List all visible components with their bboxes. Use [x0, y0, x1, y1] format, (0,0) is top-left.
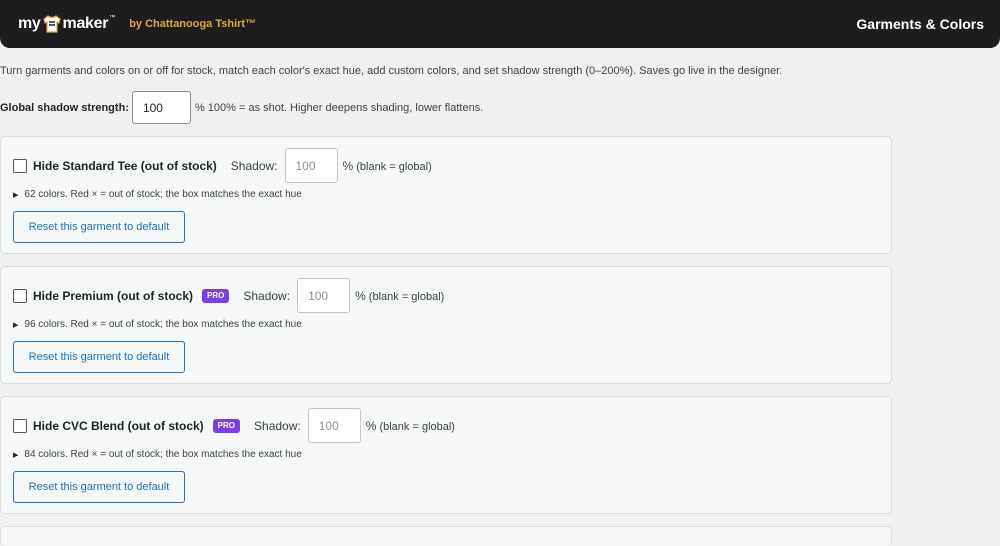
garment-card-premium: Hide Premium (out of stock) PRO Shadow: …: [0, 266, 892, 384]
global-shadow-label: Global shadow strength:: [0, 101, 129, 114]
triangle-right-icon: ▶: [13, 321, 19, 329]
garment-card-next: [0, 526, 892, 546]
tshirt-icon: [42, 15, 61, 33]
shadow-input[interactable]: 100: [297, 278, 351, 313]
garment-header: Hide Standard Tee (out of stock) Shadow:…: [13, 148, 432, 183]
pro-badge: PRO: [212, 418, 241, 433]
shadow-input[interactable]: 100: [307, 408, 361, 443]
shadow-label: Shadow:: [254, 418, 301, 433]
global-shadow-row: Global shadow strength: 100 % 100% = as …: [0, 91, 483, 124]
reset-garment-button[interactable]: Reset this garment to default: [13, 341, 185, 373]
logo-trademark: ™: [109, 15, 116, 21]
shadow-hint: % (blank = global): [355, 289, 444, 303]
shadow-hint-text: (blank = global): [379, 420, 455, 433]
hide-garment-checkbox[interactable]: [13, 418, 27, 433]
shadow-hint: % (blank = global): [343, 159, 432, 173]
intro-text: Turn garments and colors on or off for s…: [0, 65, 783, 77]
shadow-label: Shadow:: [230, 158, 278, 173]
logo-text-right: maker: [62, 15, 109, 32]
hide-garment-checkbox[interactable]: [13, 158, 27, 173]
color-list-toggle[interactable]: ▶ 84 colors. Red × = out of stock; the b…: [13, 449, 302, 460]
garment-title[interactable]: Hide CVC Blend (out of stock): [33, 419, 204, 433]
shadow-hint: % (blank = global): [366, 419, 455, 433]
color-count-summary: 62 colors. Red × = out of stock; the box…: [24, 189, 302, 200]
garment-title[interactable]: Hide Premium (out of stock): [33, 289, 193, 303]
shadow-unit: %: [342, 158, 354, 173]
garment-card-cvc-blend: Hide CVC Blend (out of stock) PRO Shadow…: [0, 396, 892, 514]
global-shadow-hint: % 100% = as shot. Higher deepens shading…: [194, 101, 484, 114]
global-shadow-input[interactable]: 100: [131, 91, 191, 124]
logo-text-left: my: [18, 15, 41, 32]
triangle-right-icon: ▶: [13, 191, 19, 199]
reset-garment-button[interactable]: Reset this garment to default: [13, 211, 185, 243]
app-header: my maker ™ by Chattanooga Tshirt™ Garmen…: [0, 0, 1000, 48]
garment-card-standard-tee: Hide Standard Tee (out of stock) Shadow:…: [0, 136, 892, 254]
garment-title[interactable]: Hide Standard Tee (out of stock): [33, 159, 217, 173]
shadow-hint-text: (blank = global): [356, 160, 432, 173]
garment-header: Hide CVC Blend (out of stock) PRO Shadow…: [13, 408, 455, 443]
shadow-unit: %: [355, 288, 366, 303]
color-list-toggle[interactable]: ▶ 96 colors. Red × = out of stock; the b…: [13, 319, 302, 330]
color-list-toggle[interactable]: ▶ 62 colors. Red × = out of stock; the b…: [13, 189, 302, 200]
page-title: Garments & Colors: [856, 16, 984, 32]
pro-badge: PRO: [202, 288, 230, 303]
color-count-summary: 96 colors. Red × = out of stock; the box…: [24, 319, 302, 330]
shadow-hint-text: (blank = global): [368, 290, 445, 303]
garment-header: Hide Premium (out of stock) PRO Shadow: …: [13, 278, 444, 313]
triangle-right-icon: ▶: [13, 451, 19, 459]
shadow-unit: %: [365, 418, 377, 433]
shadow-label: Shadow:: [243, 288, 291, 303]
reset-garment-button[interactable]: Reset this garment to default: [13, 471, 185, 503]
color-count-summary: 84 colors. Red × = out of stock; the box…: [24, 449, 302, 460]
shadow-input[interactable]: 100: [284, 148, 338, 183]
tagline: by Chattanooga Tshirt™: [129, 18, 257, 30]
logo[interactable]: my maker ™: [18, 14, 115, 34]
hide-garment-checkbox[interactable]: [13, 288, 27, 303]
